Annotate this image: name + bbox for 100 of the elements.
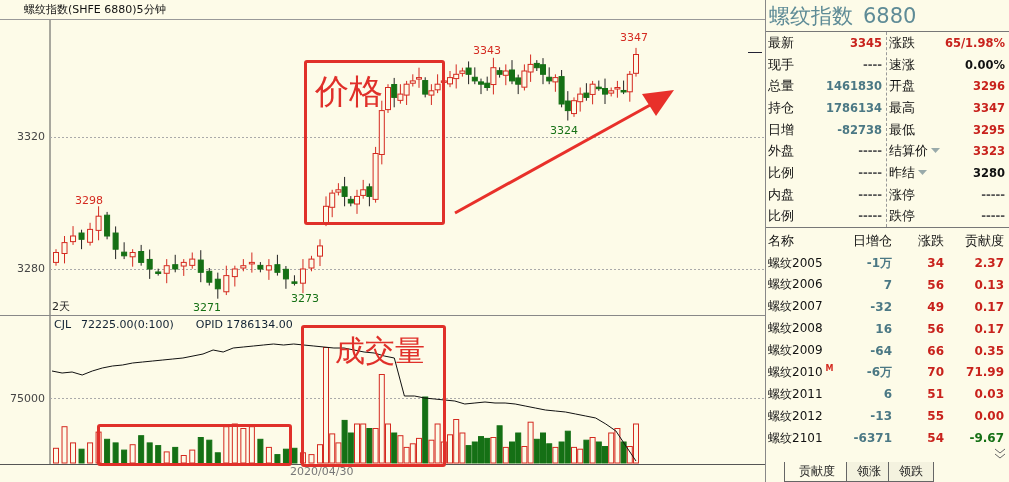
- field-label: 比例: [768, 163, 794, 182]
- table-cell-text: 0.00: [973, 409, 1004, 424]
- double-chevron-icon[interactable]: [994, 448, 1006, 460]
- price-label: 3298: [75, 194, 103, 207]
- field-value: -----: [858, 209, 882, 224]
- field-value: 65/1.98%: [944, 35, 1005, 50]
- field-label: 最低: [889, 120, 915, 139]
- contract-name[interactable]: 螺纹2010: [768, 364, 823, 379]
- caret-icon[interactable]: [931, 148, 940, 155]
- table-cell-text: -6371: [852, 431, 892, 446]
- contract-name[interactable]: 螺纹2011: [768, 386, 823, 401]
- table-cell-text: -13: [869, 409, 892, 424]
- instrument-name: 螺纹指数: [769, 2, 853, 30]
- column-header: 涨跌: [917, 232, 944, 251]
- table-cell-text: 7: [882, 277, 892, 292]
- column-header: 名称: [768, 232, 795, 251]
- field-label: 结算价: [889, 142, 928, 161]
- contract-name[interactable]: 螺纹2007: [768, 299, 823, 314]
- field-value: 1461830: [826, 79, 882, 94]
- contract-name[interactable]: 螺纹2009: [768, 343, 823, 358]
- tick-mark: [748, 52, 762, 53]
- field-label: 最新: [768, 33, 794, 52]
- field-label: 总量: [768, 77, 794, 96]
- table-cell-text: 6: [882, 387, 892, 402]
- field-value: -82738: [837, 122, 882, 137]
- axis-label: 75000: [10, 392, 45, 405]
- table-cell-text: -9.67: [968, 431, 1004, 446]
- field-value: -----: [858, 144, 882, 159]
- price-label: 3343: [473, 44, 501, 57]
- table-cell-text: 56: [926, 321, 944, 336]
- field-value: -----: [981, 209, 1005, 224]
- field-value: 1786134: [826, 100, 882, 115]
- table-cell-text: 0.35: [973, 343, 1004, 358]
- table-cell-text: 55: [926, 409, 944, 424]
- price-label: 3324: [550, 124, 578, 137]
- volume-reading: 72225.00(0:100): [81, 318, 174, 331]
- table-cell-text: 66: [926, 343, 944, 358]
- field-label: 持仓: [768, 98, 794, 117]
- field-value: 3295: [973, 122, 1005, 137]
- contract-name[interactable]: 螺纹2005: [768, 255, 823, 270]
- table-cell-text: -64: [869, 343, 892, 358]
- table-cell-text: 16: [874, 321, 892, 336]
- date-label: 2020/04/30: [290, 465, 354, 478]
- annotation-label: 价格: [315, 74, 383, 108]
- volume-bar: [61, 426, 68, 464]
- field-value: -----: [858, 187, 882, 202]
- field-value: 3280: [973, 165, 1005, 180]
- field-value: 3323: [973, 144, 1005, 159]
- table-cell-text: 2.37: [973, 256, 1004, 270]
- contract-name[interactable]: 螺纹2006: [768, 277, 823, 292]
- field-label: 跌停: [889, 207, 915, 226]
- main-contract-label: M: [825, 363, 834, 373]
- field-value: 3347: [973, 100, 1005, 115]
- field-label: 涨停: [889, 185, 915, 204]
- volume-bar: [308, 454, 315, 464]
- field-value: -----: [858, 165, 882, 180]
- volume-bar: [53, 447, 59, 464]
- field-label: 开盘: [889, 77, 915, 96]
- contract-name[interactable]: 螺纹2012: [768, 408, 823, 423]
- field-value: 3345: [850, 35, 882, 50]
- tab[interactable]: 领跌: [888, 462, 934, 482]
- axis-label: 3280: [17, 262, 45, 275]
- field-label: 涨跌: [889, 33, 915, 52]
- price-label: 3273: [291, 292, 319, 305]
- field-label: 最高: [889, 98, 915, 117]
- contract-name[interactable]: 螺纹2101: [768, 430, 823, 445]
- table-cell-text: 51: [926, 387, 944, 402]
- period-label: 2天: [52, 299, 70, 314]
- chart-title: 螺纹指数(SHFE 6880)5分钟: [24, 2, 166, 17]
- field-label: 昨结: [889, 163, 915, 182]
- table-cell-text: 70: [926, 365, 944, 380]
- table-cell-text: 56: [926, 277, 944, 292]
- axis-label: 3320: [17, 130, 45, 143]
- field-value: 0.00%: [965, 57, 1005, 72]
- table-cell-text: 0.17: [973, 299, 1004, 314]
- table-cell-text: 0.17: [973, 321, 1004, 336]
- field-label: 日增: [768, 120, 794, 139]
- price-label: 3347: [620, 31, 648, 44]
- table-cell-text: 54: [926, 431, 944, 446]
- table-cell-text: -1万: [865, 254, 892, 272]
- column-header: 贡献度: [964, 232, 1004, 251]
- table-cell-text: -32: [869, 299, 892, 314]
- field-value: ----: [862, 57, 882, 72]
- table-cell-text: 71.99: [965, 365, 1004, 380]
- field-label: 速涨: [889, 55, 915, 74]
- field-label: 外盘: [768, 142, 794, 161]
- caret-icon[interactable]: [918, 169, 927, 176]
- price-label: 3271: [193, 301, 221, 314]
- field-label: 现手: [768, 55, 794, 74]
- table-cell-text: -6万: [865, 363, 892, 381]
- indicator-label: CJL: [54, 318, 72, 331]
- field-label: 内盘: [768, 185, 794, 204]
- field-value: 3296: [973, 79, 1005, 94]
- contract-name[interactable]: 螺纹2008: [768, 321, 823, 336]
- field-label: 比例: [768, 207, 794, 226]
- table-cell-text: 49: [926, 299, 944, 314]
- column-header: 日增仓: [852, 232, 892, 251]
- table-cell-text: 0.03: [973, 387, 1004, 402]
- table-cell-text: 0.13: [973, 277, 1004, 292]
- table-cell-text: 34: [926, 256, 944, 270]
